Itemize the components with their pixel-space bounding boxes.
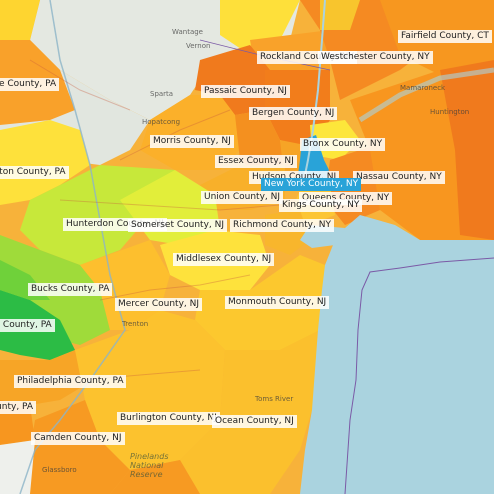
county-label-somerset-nj[interactable]: Somerset County, NJ: [128, 219, 228, 232]
county-label-union-nj[interactable]: Union County, NJ: [201, 191, 284, 204]
county-label-burlington-nj[interactable]: Burlington County, NJ: [117, 412, 220, 425]
county-label-bergen-nj[interactable]: Bergen County, NJ: [249, 107, 338, 120]
map-canvas[interactable]: Wantage Vernon Sparta Hopatcong Mamarone…: [0, 0, 494, 494]
county-label-fairfield-ct[interactable]: Fairfield County, CT: [398, 30, 492, 43]
atlantic-ocean: [300, 215, 494, 494]
county-label-delaware-pa[interactable]: Delaware County, PA: [0, 401, 37, 414]
county-label-monmouth-nj[interactable]: Monmouth County, NJ: [225, 296, 330, 309]
county-label-new-york-ny[interactable]: New York County, NY: [261, 178, 362, 191]
county-label-philadelphia-pa[interactable]: Philadelphia County, PA: [14, 375, 127, 388]
county-label-richmond-ny[interactable]: Richmond County, NY: [230, 219, 334, 232]
county-label-camden-nj[interactable]: Camden County, NJ: [31, 432, 125, 445]
county-label-morris-nj[interactable]: Morris County, NJ: [150, 135, 234, 148]
county-label-monroe-pa[interactable]: Monroe County, PA: [0, 78, 60, 91]
county-label-mercer-nj[interactable]: Mercer County, NJ: [115, 298, 203, 311]
county-label-middlesex-nj[interactable]: Middlesex County, NJ: [173, 253, 275, 266]
county-label-montgomery-pa[interactable]: Montgomery County, PA: [0, 319, 55, 332]
county-label-westchester-ny[interactable]: Westchester County, NY: [318, 51, 433, 64]
county-label-passaic-nj[interactable]: Passaic County, NJ: [201, 85, 290, 98]
county-label-nassau-ny[interactable]: Nassau County, NY: [353, 171, 445, 184]
county-label-northampton-pa[interactable]: Northampton County, PA: [0, 166, 69, 179]
county-label-bronx-ny[interactable]: Bronx County, NY: [300, 138, 386, 151]
county-label-essex-nj[interactable]: Essex County, NJ: [215, 155, 297, 168]
county-label-kings-ny[interactable]: Kings County, NY: [279, 199, 363, 212]
county-label-bucks-pa[interactable]: Bucks County, PA: [28, 283, 113, 296]
county-label-ocean-nj[interactable]: Ocean County, NJ: [212, 415, 297, 428]
